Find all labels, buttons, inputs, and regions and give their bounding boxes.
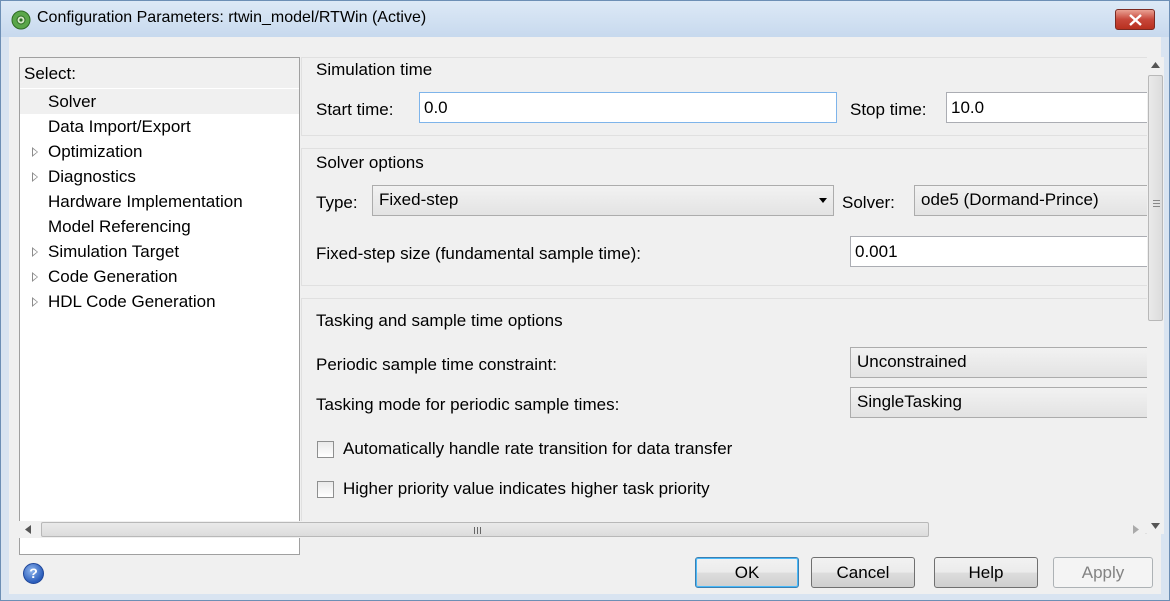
simulation-time-group: Simulation time Start time: Stop time: bbox=[301, 57, 1147, 136]
fixed-step-size-label: Fixed-step size (fundamental sample time… bbox=[316, 244, 642, 263]
higher-priority-checkbox[interactable] bbox=[317, 481, 334, 498]
auto-rate-transition-label[interactable]: Automatically handle rate transition for… bbox=[343, 439, 732, 459]
config-dialog: Configuration Parameters: rtwin_model/RT… bbox=[0, 0, 1170, 601]
scroll-up-icon[interactable] bbox=[1151, 62, 1160, 68]
sample-time-constraint-label: Periodic sample time constraint: bbox=[316, 355, 557, 374]
tree-item-diagnostics[interactable]: Diagnostics bbox=[20, 164, 299, 189]
group-title-tasking: Tasking and sample time options bbox=[316, 311, 563, 330]
tree-item-hdl-code-generation[interactable]: HDL Code Generation bbox=[20, 289, 299, 314]
expand-arrow-icon[interactable] bbox=[32, 172, 38, 182]
window-title: Configuration Parameters: rtwin_model/RT… bbox=[37, 9, 427, 26]
category-tree: Select: Solver Data Import/Export Optimi… bbox=[19, 57, 300, 555]
group-title-simulation-time: Simulation time bbox=[316, 60, 433, 79]
chevron-down-icon bbox=[819, 198, 827, 203]
solver-type-value: Fixed-step bbox=[379, 190, 459, 209]
stop-time-input[interactable] bbox=[946, 92, 1147, 123]
solver-value: ode5 (Dormand-Prince) bbox=[921, 190, 1099, 209]
question-icon[interactable]: ? bbox=[23, 563, 44, 584]
tree-item-solver[interactable]: Solver bbox=[20, 89, 299, 114]
tree-item-label: Solver bbox=[48, 92, 97, 111]
tree-item-model-referencing[interactable]: Model Referencing bbox=[20, 214, 299, 239]
expand-arrow-icon[interactable] bbox=[32, 147, 38, 157]
tree-item-label: Code Generation bbox=[48, 267, 178, 286]
auto-rate-transition-checkbox[interactable] bbox=[317, 441, 334, 458]
start-time-label: Start time: bbox=[316, 100, 394, 119]
help-button[interactable]: Help bbox=[934, 557, 1038, 588]
scroll-left-icon[interactable] bbox=[25, 525, 31, 534]
tree-header: Select: bbox=[20, 58, 299, 88]
vertical-scroll-thumb[interactable] bbox=[1148, 75, 1163, 321]
tree-item-label: HDL Code Generation bbox=[48, 292, 216, 311]
expand-arrow-icon[interactable] bbox=[32, 297, 38, 307]
tree-item-hardware-implementation[interactable]: Hardware Implementation bbox=[20, 189, 299, 214]
vertical-scrollbar[interactable] bbox=[1147, 57, 1164, 534]
start-time-input[interactable] bbox=[419, 92, 837, 123]
cancel-button[interactable]: Cancel bbox=[811, 557, 915, 588]
expand-arrow-icon[interactable] bbox=[32, 247, 38, 257]
ok-button[interactable]: OK bbox=[695, 557, 799, 588]
title-bar[interactable]: Configuration Parameters: rtwin_model/RT… bbox=[1, 1, 1169, 37]
tree-item-optimization[interactable]: Optimization bbox=[20, 139, 299, 164]
expand-arrow-icon[interactable] bbox=[32, 272, 38, 282]
group-title-solver-options: Solver options bbox=[316, 153, 424, 172]
solver-dropdown[interactable]: ode5 (Dormand-Prince) bbox=[914, 185, 1147, 216]
sample-time-constraint-dropdown[interactable]: Unconstrained bbox=[850, 347, 1147, 378]
tree-item-label: Optimization bbox=[48, 142, 143, 161]
tree-item-simulation-target[interactable]: Simulation Target bbox=[20, 239, 299, 264]
horizontal-scrollbar[interactable] bbox=[19, 521, 1145, 538]
scroll-down-icon[interactable] bbox=[1151, 523, 1160, 529]
tree-item-label: Data Import/Export bbox=[48, 117, 191, 136]
tree-item-label: Hardware Implementation bbox=[48, 192, 243, 211]
tree-item-label: Simulation Target bbox=[48, 242, 180, 261]
stop-time-label: Stop time: bbox=[850, 100, 927, 119]
solver-label: Solver: bbox=[842, 193, 895, 212]
horizontal-scroll-thumb[interactable] bbox=[41, 522, 929, 537]
tree-list: Solver Data Import/Export Optimization D… bbox=[20, 89, 299, 314]
tasking-mode-value: SingleTasking bbox=[857, 392, 962, 411]
scroll-right-icon[interactable] bbox=[1133, 525, 1139, 534]
tasking-mode-label: Tasking mode for periodic sample times: bbox=[316, 395, 620, 414]
solver-settings-panel: Simulation time Start time: Stop time: S… bbox=[301, 57, 1147, 534]
solver-type-label: Type: bbox=[316, 193, 358, 212]
gear-config-icon bbox=[11, 10, 31, 30]
apply-button: Apply bbox=[1053, 557, 1153, 588]
grip-icon bbox=[1153, 200, 1160, 201]
tree-item-label: Model Referencing bbox=[48, 217, 191, 236]
higher-priority-label[interactable]: Higher priority value indicates higher t… bbox=[343, 479, 710, 499]
tasking-mode-dropdown[interactable]: SingleTasking bbox=[850, 387, 1147, 418]
tree-item-code-generation[interactable]: Code Generation bbox=[20, 264, 299, 289]
grip-icon bbox=[474, 527, 475, 534]
solver-options-group: Solver options Type: Fixed-step Solver: … bbox=[301, 148, 1147, 286]
close-button[interactable] bbox=[1115, 9, 1155, 30]
tree-item-label: Diagnostics bbox=[48, 167, 136, 186]
close-icon bbox=[1129, 14, 1142, 26]
solver-type-dropdown[interactable]: Fixed-step bbox=[372, 185, 834, 216]
constraint-value: Unconstrained bbox=[857, 352, 967, 371]
tasking-group: Tasking and sample time options Periodic… bbox=[301, 298, 1147, 534]
fixed-step-size-input[interactable] bbox=[850, 236, 1147, 267]
dialog-body: Select: Solver Data Import/Export Optimi… bbox=[9, 37, 1164, 594]
tree-item-data-import-export[interactable]: Data Import/Export bbox=[20, 114, 299, 139]
